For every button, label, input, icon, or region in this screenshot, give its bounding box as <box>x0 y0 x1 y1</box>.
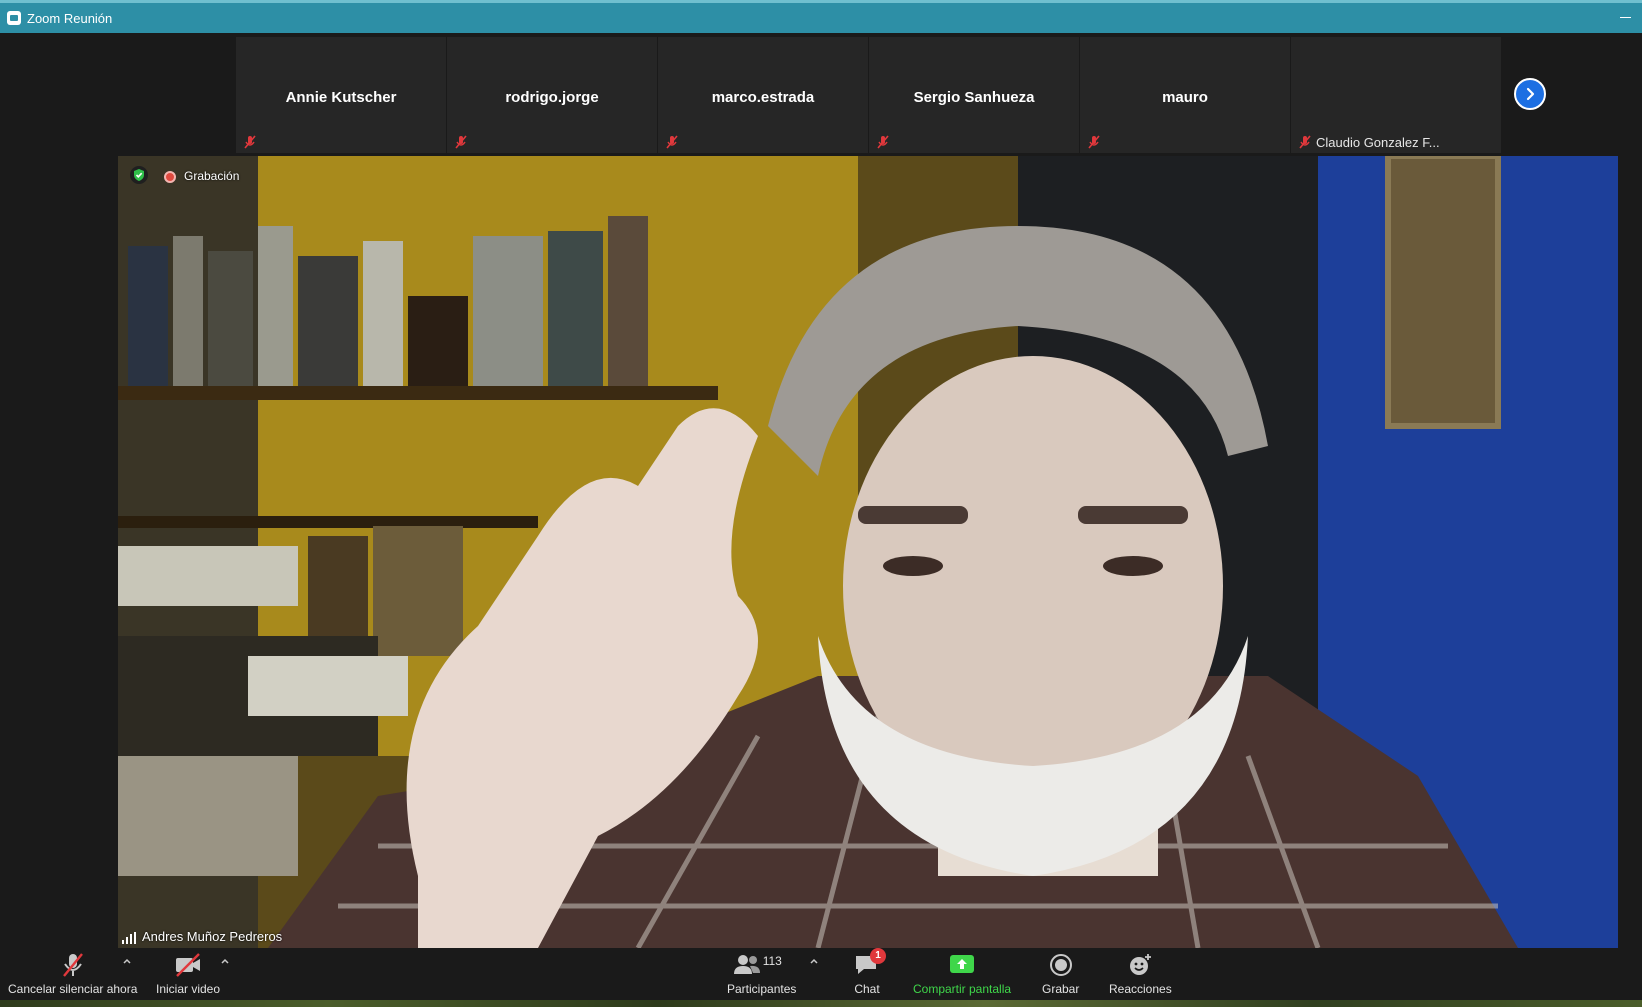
participant-strip: Annie Kutscher rodrigo.jorge marco.estra… <box>0 33 1642 154</box>
muted-mic-icon <box>877 135 889 149</box>
participant-name: Annie Kutscher <box>285 89 397 106</box>
meeting-toolbar: Cancelar silenciar ahora Iniciar video 1… <box>0 948 1642 1000</box>
participants-label: Participantes <box>727 982 797 996</box>
muted-mic-icon <box>1088 135 1100 149</box>
muted-mic-icon <box>455 135 467 149</box>
participant-tile[interactable]: Claudio Gonzalez F... <box>1291 37 1501 153</box>
record-button[interactable]: Grabar <box>1042 952 1079 996</box>
chat-label: Chat <box>854 982 880 996</box>
start-video-button[interactable]: Iniciar video <box>156 952 220 996</box>
participants-options-caret-icon[interactable] <box>809 956 819 966</box>
participants-icon-group: 113 <box>732 952 792 978</box>
participant-name: Sergio Sanhueza <box>913 89 1035 106</box>
chat-button[interactable]: 1 Chat <box>852 948 886 996</box>
share-screen-icon <box>950 955 975 973</box>
speaker-name-bar: Andres Muñoz Pedreros <box>122 929 282 944</box>
muted-mic-icon <box>244 135 256 149</box>
chat-icon-group: 1 <box>852 948 886 978</box>
recording-icon <box>164 171 176 183</box>
signal-strength-icon <box>122 932 136 944</box>
muted-mic-icon <box>1299 135 1311 149</box>
main-video[interactable]: Grabación Andres Muñoz Pedreros <box>118 156 1618 948</box>
participant-label: Claudio Gonzalez F... <box>1316 135 1440 150</box>
muted-mic-icon <box>62 953 83 977</box>
next-page-button[interactable] <box>1514 78 1546 110</box>
share-screen-button[interactable]: Compartir pantalla <box>913 952 1011 996</box>
chat-unread-badge: 1 <box>870 948 886 964</box>
participant-tile[interactable]: Sergio Sanhueza <box>869 37 1079 153</box>
video-options-caret-icon[interactable] <box>220 956 230 966</box>
chevron-right-icon <box>1526 87 1535 101</box>
participant-tile[interactable]: marco.estrada <box>658 37 868 153</box>
speaker-video-frame <box>118 156 1618 948</box>
recording-label: Grabación <box>184 169 240 183</box>
reactions-button[interactable]: Reacciones <box>1109 952 1172 996</box>
participant-name: mauro <box>1162 89 1208 106</box>
participants-count: 113 <box>762 954 782 968</box>
window-titlebar: Zoom Reunión <box>0 0 1642 33</box>
unmute-button[interactable]: Cancelar silenciar ahora <box>8 952 137 996</box>
zoom-app-icon <box>7 11 21 25</box>
participant-name: marco.estrada <box>711 89 815 106</box>
window-title: Zoom Reunión <box>27 10 113 26</box>
record-label: Grabar <box>1042 982 1080 996</box>
share-screen-label: Compartir pantalla <box>913 982 1012 996</box>
muted-mic-icon <box>666 135 678 149</box>
speaker-name: Andres Muñoz Pedreros <box>142 929 283 944</box>
unmute-label: Cancelar silenciar ahora <box>8 982 138 996</box>
reactions-icon <box>1130 954 1152 975</box>
audio-options-caret-icon[interactable] <box>122 956 132 966</box>
video-off-icon <box>176 953 201 977</box>
participant-tile[interactable]: mauro <box>1080 37 1290 153</box>
participant-name: rodrigo.jorge <box>505 89 599 106</box>
desktop-background-edge <box>0 1000 1642 1007</box>
minimize-icon[interactable] <box>1620 11 1632 23</box>
start-video-label: Iniciar video <box>156 982 221 996</box>
record-icon <box>1049 954 1072 976</box>
participant-tile[interactable]: Annie Kutscher <box>236 37 446 153</box>
participants-icon <box>733 955 760 974</box>
participants-button[interactable]: 113 Participantes <box>727 952 796 996</box>
reactions-label: Reacciones <box>1109 982 1172 996</box>
encryption-shield-icon[interactable] <box>130 166 148 184</box>
participant-tile[interactable]: rodrigo.jorge <box>447 37 657 153</box>
